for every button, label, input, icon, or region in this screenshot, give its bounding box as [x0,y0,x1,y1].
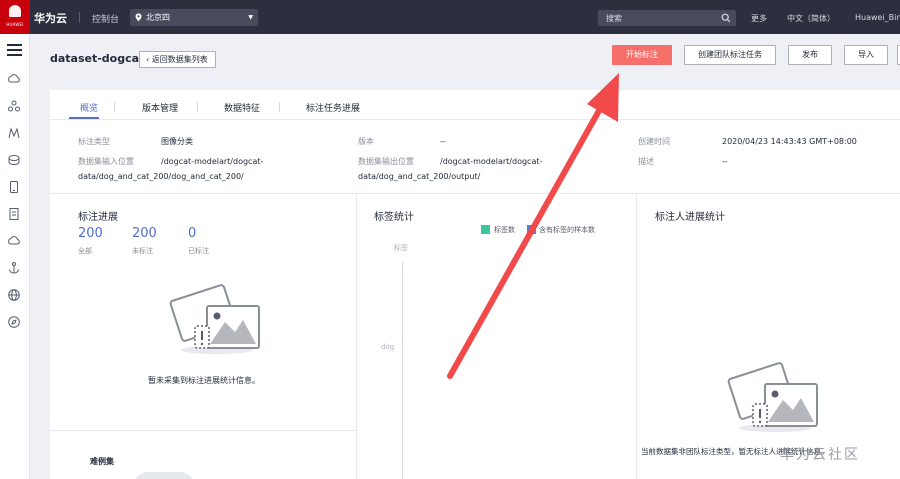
watermark: 华为云社区 [780,447,860,463]
annotation-arrow [447,73,619,379]
